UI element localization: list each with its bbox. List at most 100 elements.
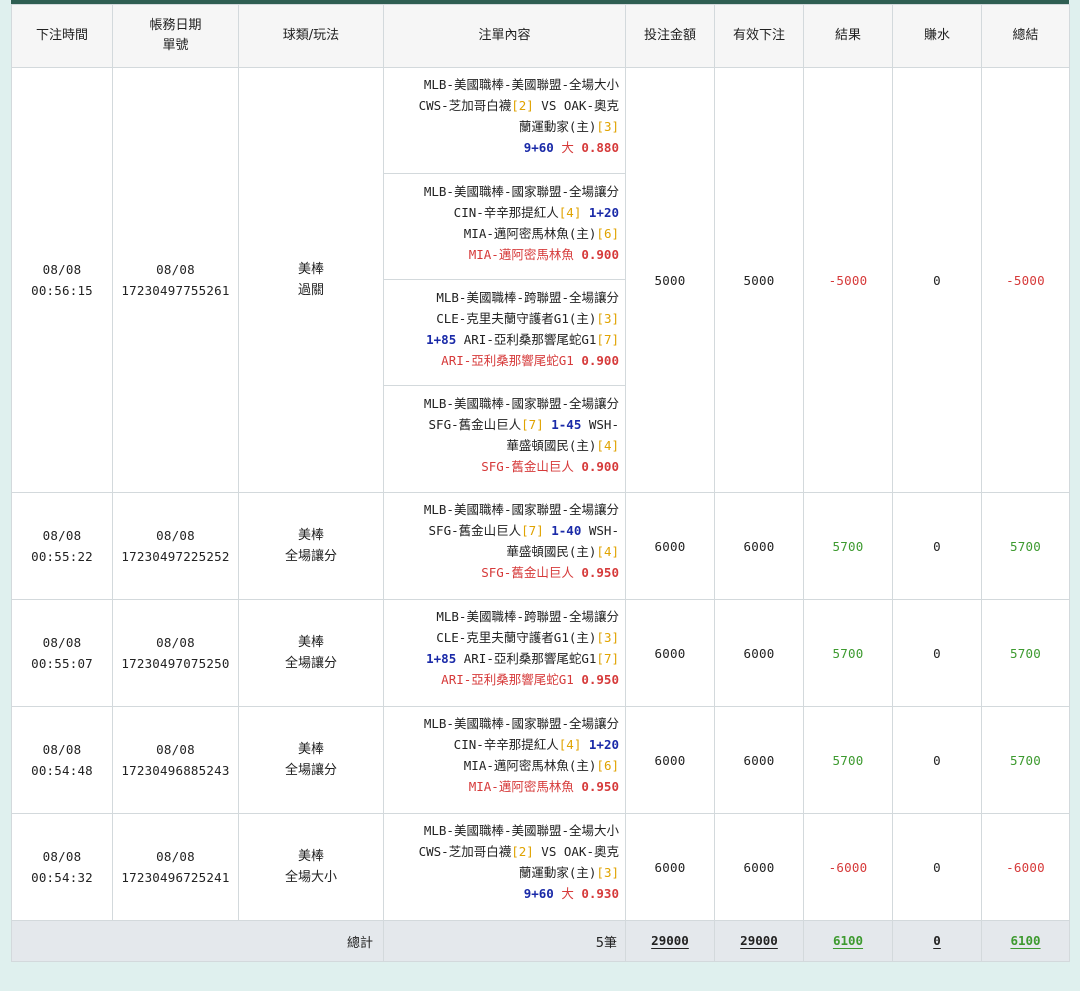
- bet-time-cell: 08/08 00:55:22: [11, 492, 113, 600]
- table-row: 08/08 00:54:48 08/08 17230496885243 美棒 全場讓分 ML…: [11, 706, 1070, 814]
- bet-leg-line: 1+85 ARI-亞利桑那響尾蛇G1[7]: [388, 648, 619, 669]
- bet-leg-line: MIA-邁阿密馬林魚 0.950: [388, 776, 619, 797]
- bet-leg: MLB-美國職棒-國家聯盟-全場讓分 SFG-舊金山巨人[7] 1-45 WSH-…: [384, 386, 625, 492]
- col-header-content: 注單內容: [383, 4, 626, 68]
- bet-content-cell: MLB-美國職棒-國家聯盟-全場讓分 SFG-舊金山巨人[7] 1-40 WSH-…: [383, 492, 626, 600]
- bet-leg-line: MLB-美國職棒-國家聯盟-全場讓分: [388, 393, 619, 414]
- result-value: 5700: [832, 752, 864, 768]
- bet-leg-line: MLB-美國職棒-美國聯盟-全場大小: [388, 820, 619, 841]
- bet-leg-line: CWS-芝加哥白襪[2] VS OAK-奧克: [388, 841, 619, 862]
- table-row: 08/08 00:55:22 08/08 17230497225252 美棒 全場讓分 ML…: [11, 492, 1070, 600]
- bet-time: 00:54:48: [31, 763, 93, 778]
- totals-rebate-cell: 0: [892, 920, 982, 962]
- total-cell: -6000: [981, 813, 1070, 921]
- header-row: 下注時間 帳務日期 單號 球類/玩法 注單內容 投注金額 有效下注 結果 賺水 …: [11, 4, 1070, 68]
- valid-bet-cell: 6000: [714, 492, 804, 600]
- stake-value: 6000: [654, 645, 686, 661]
- handicap-value: 1+20: [588, 205, 619, 220]
- handicap-value: 1+85: [426, 651, 457, 666]
- totals-stake-link[interactable]: 29000: [651, 933, 689, 948]
- sport-cell: 美棒 全場讓分: [238, 599, 384, 707]
- totals-rebate-link[interactable]: 0: [933, 933, 941, 948]
- total-value: 5700: [1010, 538, 1041, 554]
- odds-value: 0.950: [581, 565, 619, 580]
- team-rank: [3]: [596, 119, 619, 134]
- bet-leg-line: 1+85 ARI-亞利桑那響尾蛇G1[7]: [388, 329, 619, 350]
- valid-bet-value: 6000: [743, 859, 775, 875]
- handicap-value: 1+85: [426, 332, 457, 347]
- bet-leg-line: MLB-美國職棒-跨聯盟-全場讓分: [388, 287, 619, 308]
- bet-text: SFG-舊金山巨人: [428, 417, 522, 432]
- valid-bet-cell: 5000: [714, 67, 804, 493]
- ticket-number: 17230497225252: [121, 549, 230, 564]
- totals-result-link[interactable]: 6100: [833, 933, 863, 948]
- bet-text: 華盛頓國民(主): [506, 544, 597, 559]
- bet-text: VS OAK-奧克: [533, 98, 619, 113]
- totals-row: 總計 5筆 29000 29000 6100 0 6100: [11, 920, 1070, 962]
- totals-valid-link[interactable]: 29000: [740, 933, 778, 948]
- bet-leg: MLB-美國職棒-國家聯盟-全場讓分 CIN-辛辛那提紅人[4] 1+20 MIA-…: [384, 174, 625, 280]
- totals-count: 5筆: [383, 920, 626, 962]
- totals-result-cell: 6100: [803, 920, 893, 962]
- stake-value: 6000: [654, 752, 686, 768]
- ticket-number: 17230496885243: [121, 763, 230, 778]
- selection-text: 大: [553, 886, 582, 901]
- totals-total-link[interactable]: 6100: [1010, 933, 1040, 948]
- bet-leg-line: MLB-美國職棒-國家聯盟-全場讓分: [388, 713, 619, 734]
- col-header-account-date: 帳務日期 單號: [112, 4, 239, 68]
- selection-text: SFG-舊金山巨人: [481, 565, 582, 580]
- rebate-cell: 0: [892, 492, 982, 600]
- bet-time-cell: 08/08 00:54:32: [11, 813, 113, 921]
- selection-text: ARI-亞利桑那響尾蛇G1: [441, 353, 582, 368]
- play-type: 全場讓分: [284, 549, 337, 564]
- bet-text: MLB-美國職棒-跨聯盟-全場讓分: [436, 609, 619, 624]
- team-rank: [4]: [596, 544, 619, 559]
- handicap-value: 1+20: [588, 737, 619, 752]
- bet-text: SFG-舊金山巨人: [428, 523, 522, 538]
- sport-name: 美棒: [297, 742, 324, 757]
- bet-content-cell: MLB-美國職棒-國家聯盟-全場讓分 CIN-辛辛那提紅人[4] 1+20 MIA-…: [383, 706, 626, 814]
- bet-leg-line: CIN-辛辛那提紅人[4] 1+20: [388, 734, 619, 755]
- bet-text: MLB-美國職棒-國家聯盟-全場讓分: [423, 502, 619, 517]
- play-type: 全場讓分: [284, 656, 337, 671]
- account-date: 08/08: [156, 635, 195, 650]
- selection-text: SFG-舊金山巨人: [481, 459, 582, 474]
- bet-text: ARI-亞利桑那響尾蛇G1: [456, 332, 597, 347]
- bet-leg: MLB-美國職棒-國家聯盟-全場讓分 CIN-辛辛那提紅人[4] 1+20 MIA-…: [384, 707, 625, 813]
- rebate-value: 0: [933, 859, 941, 875]
- odds-value: 0.900: [581, 459, 619, 474]
- sport-name: 美棒: [297, 528, 324, 543]
- bet-text: [581, 737, 589, 752]
- selection-text: MIA-邁阿密馬林魚: [468, 247, 582, 262]
- account-date: 08/08: [156, 849, 195, 864]
- valid-bet-value: 6000: [743, 752, 775, 768]
- bet-time-cell: 08/08 00:56:15: [11, 67, 113, 493]
- stake-cell: 5000: [625, 67, 715, 493]
- bet-time-cell: 08/08 00:55:07: [11, 599, 113, 707]
- team-rank: [2]: [511, 844, 534, 859]
- bet-leg-line: SFG-舊金山巨人[7] 1-40 WSH-: [388, 520, 619, 541]
- sport-cell: 美棒 全場讓分: [238, 492, 384, 600]
- team-rank: [4]: [558, 737, 582, 752]
- result-value: 5700: [832, 538, 864, 554]
- bet-leg: MLB-美國職棒-美國聯盟-全場大小 CWS-芝加哥白襪[2] VS OAK-奧克…: [384, 814, 625, 920]
- team-rank: [6]: [596, 226, 619, 241]
- play-type: 過關: [297, 283, 324, 298]
- bet-text: MLB-美國職棒-跨聯盟-全場讓分: [436, 290, 619, 305]
- bet-leg-line: MLB-美國職棒-國家聯盟-全場讓分: [388, 499, 619, 520]
- stake-cell: 6000: [625, 813, 715, 921]
- sport-name: 美棒: [297, 262, 324, 277]
- account-cell: 08/08 17230496885243: [112, 706, 239, 814]
- bet-text: CIN-辛辛那提紅人: [453, 205, 559, 220]
- team-rank: [4]: [558, 205, 582, 220]
- rebate-cell: 0: [892, 599, 982, 707]
- bet-leg-line: MIA-邁阿密馬林魚(主)[6]: [388, 755, 619, 776]
- stake-value: 6000: [654, 538, 686, 554]
- bet-text: MLB-美國職棒-國家聯盟-全場讓分: [423, 396, 619, 411]
- bet-leg-line: CLE-克里夫蘭守護者G1(主)[3]: [388, 627, 619, 648]
- bet-leg-line: CWS-芝加哥白襪[2] VS OAK-奧克: [388, 95, 619, 116]
- bet-leg-line: MIA-邁阿密馬林魚(主)[6]: [388, 223, 619, 244]
- col-header-result: 結果: [803, 4, 893, 68]
- account-cell: 08/08 17230497755261: [112, 67, 239, 493]
- result-cell: 5700: [803, 599, 893, 707]
